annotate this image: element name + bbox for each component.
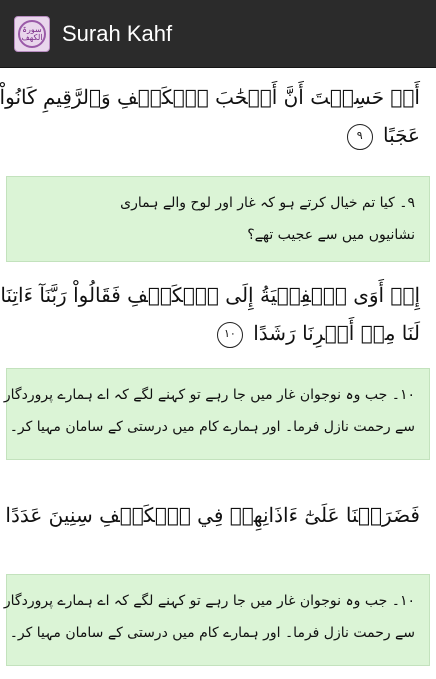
ayah-number-marker: ١٠ — [216, 321, 243, 348]
app-logo-text: سورۃ الکھف — [21, 24, 43, 42]
verse-line: لَنَا مِنۡ أَمۡرِنَا رَشَدًا — [253, 321, 420, 345]
app-logo-icon[interactable]: سورۃ الکھف — [14, 15, 50, 52]
verse-arabic: فَضَرَبۡنَا عَلَىٰٓ ءَاذَانِهِمۡ فِي ٱلۡ… — [0, 496, 436, 534]
verse-line: إِذۡ أَوَى ٱلۡفِتۡيَةُ إِلَى ٱلۡكَهۡفِ ف… — [0, 283, 420, 307]
verse-line: أَمۡ حَسِبۡتَ أَنَّ أَصۡحَٰبَ ٱلۡكَهۡفِ … — [0, 85, 420, 109]
verse-line-end: لَنَا مِنۡ أَمۡرِنَا رَشَدًا ١٠ — [16, 314, 420, 352]
translation-box: ٩۔ کیا تم خیال کرتے ہو کہ غار اور لوح وا… — [6, 176, 430, 262]
ayah-number-marker: ٩ — [346, 123, 373, 150]
app-bar: سورۃ الکھف Surah Kahf — [0, 0, 436, 68]
translation-box: ١٠۔ جب وہ نوجوان غار میں جا رہے تو کہنے … — [0, 574, 430, 666]
translation-line: ١٠۔ جب وہ نوجوان غار میں جا رہے تو کہنے … — [0, 593, 415, 609]
verse-arabic: إِذۡ أَوَى ٱلۡفِتۡيَةُ إِلَى ٱلۡكَهۡفِ ف… — [0, 276, 436, 352]
verse-list[interactable]: أَمۡ حَسِبۡتَ أَنَّ أَصۡحَٰبَ ٱلۡكَهۡفِ … — [0, 68, 436, 679]
translation-box: ١٠۔ جب وہ نوجوان غار میں جا رہے تو کہنے … — [0, 368, 430, 460]
verse-arabic: أَمۡ حَسِبۡتَ أَنَّ أَصۡحَٰبَ ٱلۡكَهۡفِ … — [0, 78, 436, 154]
app-logo-seal: سورۃ الکھف — [18, 19, 46, 48]
app-title: Surah Kahf — [62, 20, 173, 46]
verse-line-end: فَضَرَبۡنَا عَلَىٰٓ ءَاذَانِهِمۡ فِي ٱلۡ… — [5, 496, 420, 534]
verse-line-end: عَجَبًا ٩ — [16, 116, 420, 154]
translation-line: سے رحمت نازل فرما۔ اور ہمارے کام میں درس… — [9, 625, 415, 641]
translation-line: نشانیوں میں سے عجیب تھے؟ — [247, 227, 415, 243]
translation-line: ٩۔ کیا تم خیال کرتے ہو کہ غار اور لوح وا… — [120, 195, 415, 211]
translation-line: سے رحمت نازل فرما۔ اور ہمارے کام میں درس… — [9, 419, 415, 435]
translation-line: ١٠۔ جب وہ نوجوان غار میں جا رہے تو کہنے … — [0, 387, 415, 403]
verse-line: عَجَبًا — [383, 123, 420, 147]
verse-line: فَضَرَبۡنَا عَلَىٰٓ ءَاذَانِهِمۡ فِي ٱلۡ… — [5, 503, 420, 527]
